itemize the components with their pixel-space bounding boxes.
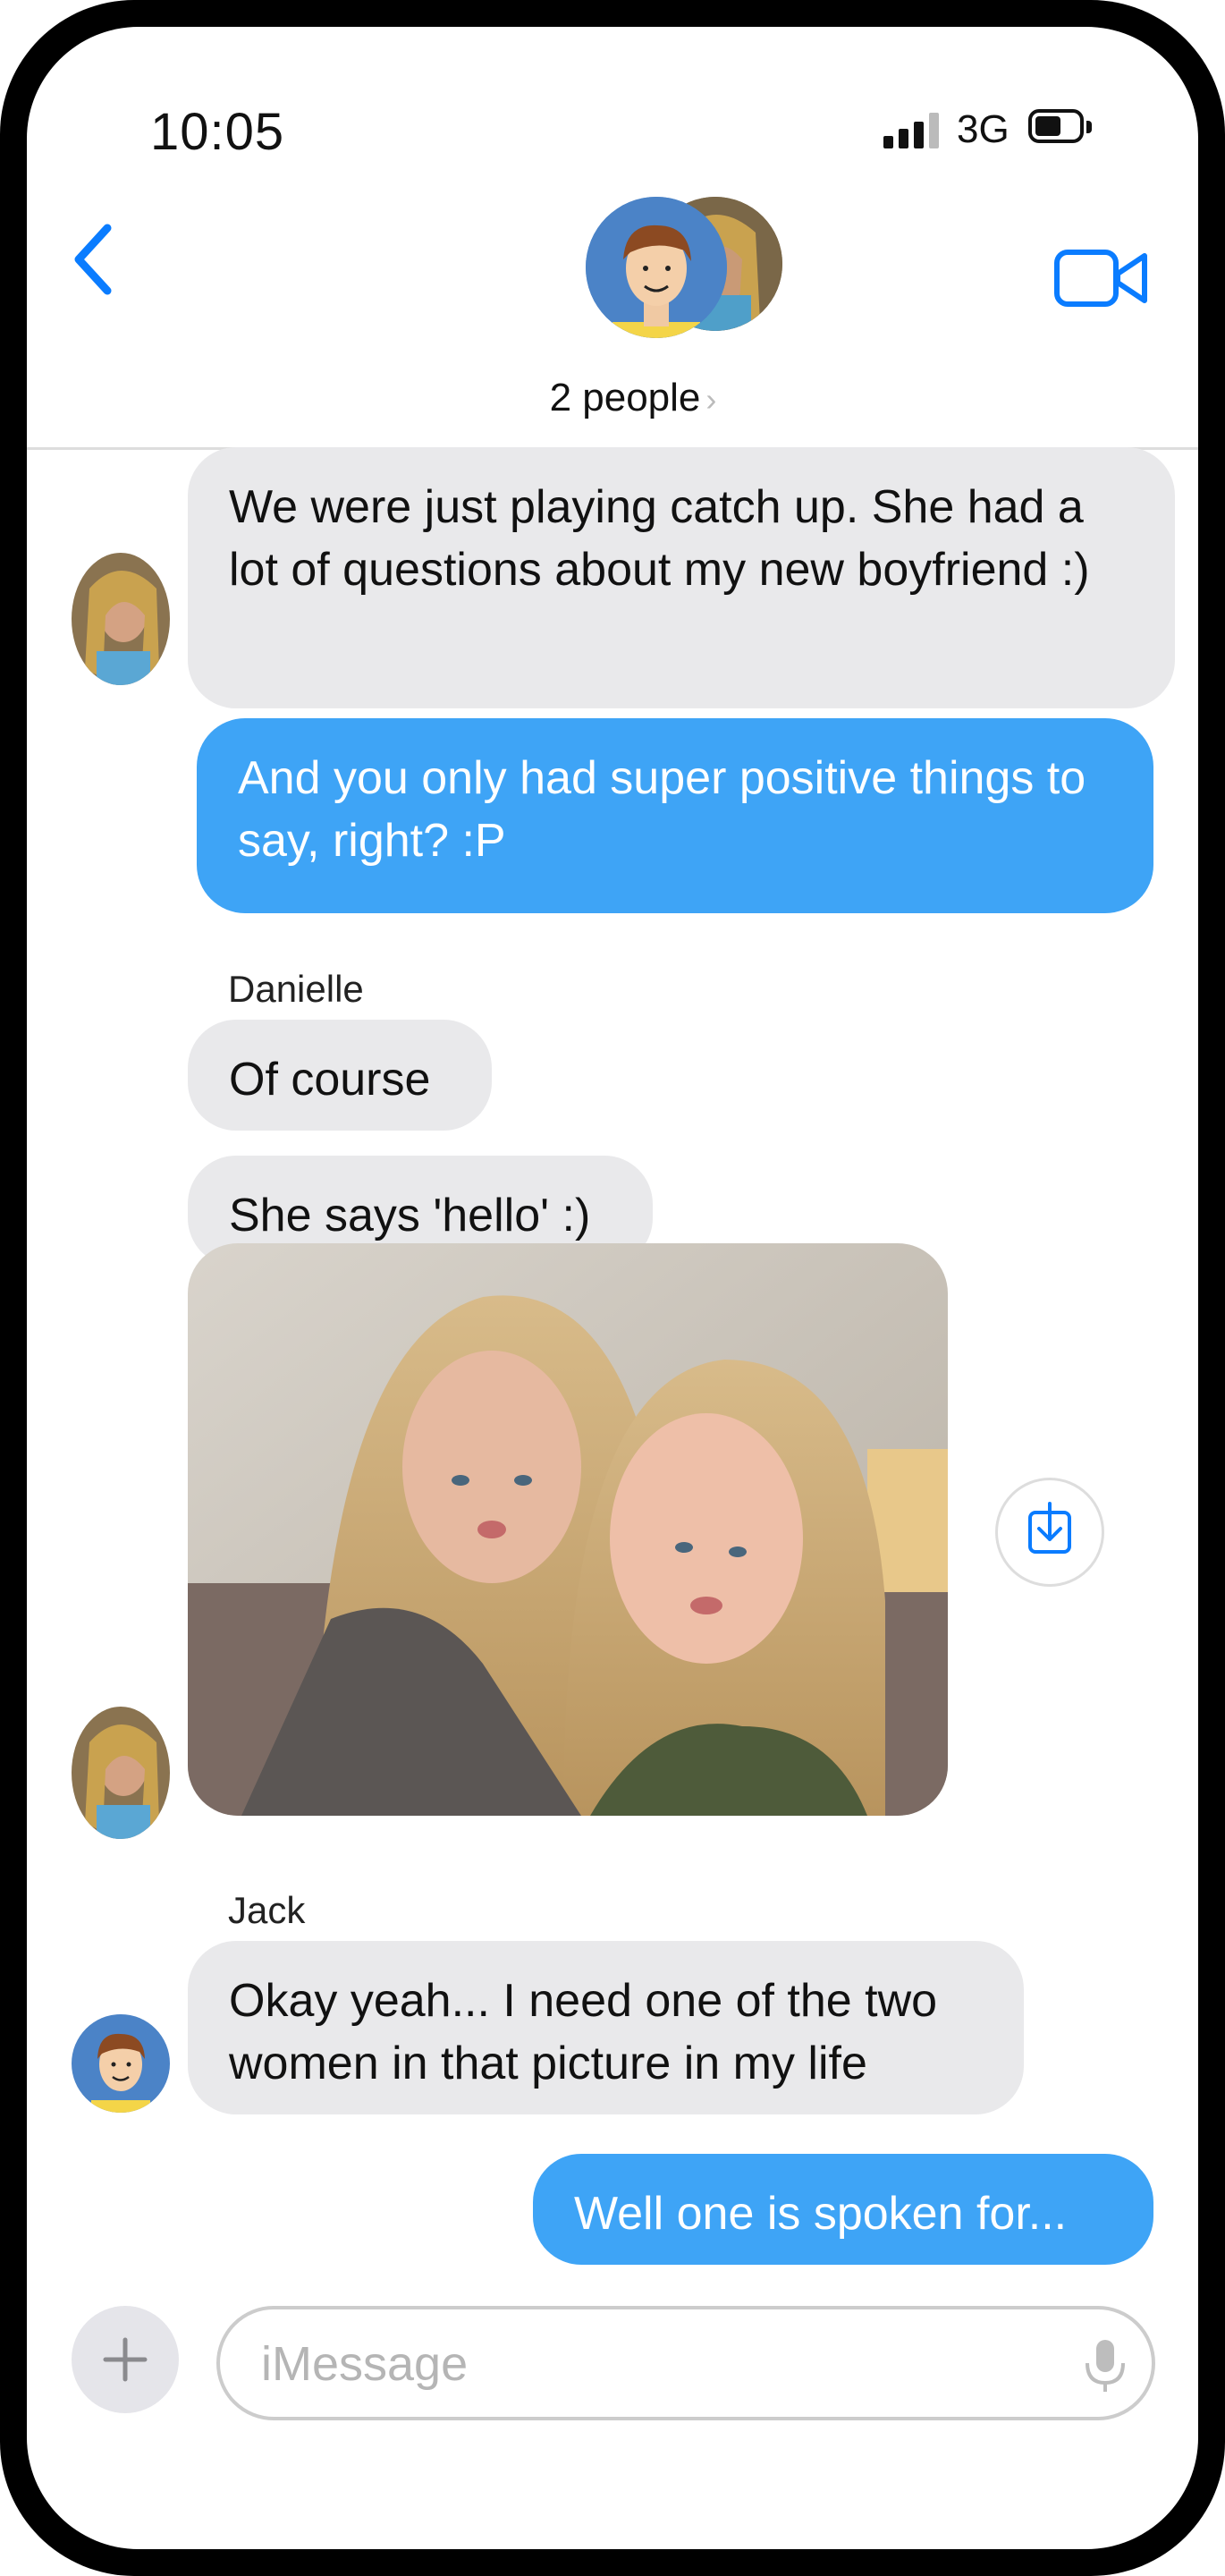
message-bubble-incoming[interactable]: Okay yeah... I need one of the two women…	[188, 1941, 1024, 2114]
message-bubble-incoming[interactable]: Of course	[188, 1020, 492, 1131]
people-count[interactable]: 2 people ›	[517, 376, 749, 420]
photo-attachment[interactable]	[188, 1243, 948, 1816]
sender-name: Jack	[228, 1889, 306, 1931]
status-time: 10:05	[150, 103, 285, 161]
video-camera-icon[interactable]	[1053, 247, 1152, 309]
message-bubble-incoming[interactable]: We were just playing catch up. She had a…	[188, 447, 1175, 708]
chevron-right-icon: ›	[705, 381, 717, 418]
danielle-avatar-small	[72, 553, 170, 685]
message-input-field[interactable]	[216, 2306, 1155, 2420]
screen: 10:05 3G 2 people › We were just playing…	[27, 27, 1198, 2549]
message-input[interactable]	[259, 2334, 1032, 2394]
jack-avatar	[586, 197, 727, 338]
jack-avatar-small	[72, 2014, 170, 2113]
network-type: 3G	[957, 107, 1010, 151]
back-chevron-icon[interactable]	[63, 215, 125, 304]
people-label: 2 people	[549, 376, 701, 419]
microphone-icon[interactable]	[1078, 2336, 1132, 2395]
group-avatar[interactable]	[586, 197, 782, 358]
message-bubble-outgoing[interactable]: Well one is spoken for...	[533, 2154, 1153, 2265]
battery-nub	[1086, 121, 1092, 133]
danielle-avatar-small	[72, 1707, 170, 1839]
signal-icon	[883, 113, 946, 148]
phone: 10:05 3G 2 people › We were just playing…	[0, 0, 1225, 2576]
message-bubble-outgoing[interactable]: And you only had super positive things t…	[197, 718, 1153, 913]
sender-name: Danielle	[228, 968, 364, 1010]
battery-icon	[1028, 109, 1084, 143]
plus-icon[interactable]	[72, 2306, 179, 2413]
save-download-icon[interactable]	[995, 1478, 1104, 1587]
